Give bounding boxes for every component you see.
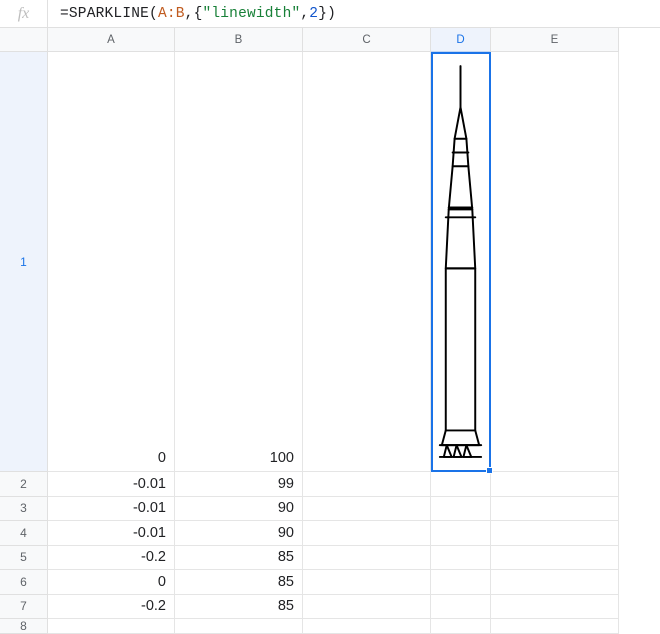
row-header-5[interactable]: 5: [0, 546, 48, 571]
cell-C1[interactable]: [303, 52, 431, 472]
formula-bar: fx =SPARKLINE(A:B,{"linewidth",2}): [0, 0, 660, 28]
cell-A7[interactable]: -0.2: [48, 595, 175, 620]
cell-E1[interactable]: [491, 52, 619, 472]
cell-value: -0.2: [141, 549, 166, 565]
column-header-A[interactable]: A: [48, 28, 175, 52]
cell-E2[interactable]: [491, 472, 619, 497]
formula-option-key: "linewidth": [202, 6, 300, 22]
row-header-4[interactable]: 4: [0, 521, 48, 546]
cell-value: 0: [158, 574, 166, 590]
cell-C3[interactable]: [303, 497, 431, 522]
formula-eq: =: [60, 6, 69, 22]
formula-comma2: ,: [300, 6, 309, 22]
row-header-1[interactable]: 1: [0, 52, 48, 472]
cell-value: 90: [278, 525, 294, 541]
cell-value: 100: [270, 450, 294, 466]
cell-A6[interactable]: 0: [48, 570, 175, 595]
cell-C6[interactable]: [303, 570, 431, 595]
cell-D3[interactable]: [431, 497, 491, 522]
cell-D8[interactable]: [431, 619, 491, 634]
column-header-row: A B C D E: [0, 28, 660, 52]
cell-D4[interactable]: [431, 521, 491, 546]
cell-value: 99: [278, 476, 294, 492]
cell-A4[interactable]: -0.01: [48, 521, 175, 546]
cell-D2[interactable]: [431, 472, 491, 497]
row-header-2[interactable]: 2: [0, 472, 48, 497]
cell-D5[interactable]: [431, 546, 491, 571]
cell-A1[interactable]: 0: [48, 52, 175, 472]
row-header-3[interactable]: 3: [0, 497, 48, 522]
cell-value: 85: [278, 598, 294, 614]
formula-func: SPARKLINE: [69, 6, 149, 22]
formula-comma: ,: [185, 6, 194, 22]
cell-C7[interactable]: [303, 595, 431, 620]
formula-close-paren: ): [327, 6, 336, 22]
cell-C5[interactable]: [303, 546, 431, 571]
fx-icon: fx: [0, 0, 48, 27]
cell-D6[interactable]: [431, 570, 491, 595]
cell-B5[interactable]: 85: [175, 546, 303, 571]
cell-C2[interactable]: [303, 472, 431, 497]
cell-B7[interactable]: 85: [175, 595, 303, 620]
cell-value: 85: [278, 574, 294, 590]
cell-E8[interactable]: [491, 619, 619, 634]
cell-grid[interactable]: 0 100: [48, 52, 660, 634]
formula-option-val: 2: [309, 6, 318, 22]
formula-close-brace: }: [318, 6, 327, 22]
cell-E5[interactable]: [491, 546, 619, 571]
select-all-corner[interactable]: [0, 28, 48, 52]
formula-open-paren: (: [149, 6, 158, 22]
sparkline-rocket-icon: [433, 56, 488, 467]
cell-D7[interactable]: [431, 595, 491, 620]
row-header-8[interactable]: 8: [0, 619, 48, 634]
cell-A2[interactable]: -0.01: [48, 472, 175, 497]
spreadsheet: A B C D E 1 2 3 4 5 6 7 8 0: [0, 28, 660, 633]
cell-A3[interactable]: -0.01: [48, 497, 175, 522]
cell-value: -0.01: [133, 500, 166, 516]
formula-range: A:B: [158, 6, 185, 22]
cell-B4[interactable]: 90: [175, 521, 303, 546]
cell-value: 90: [278, 500, 294, 516]
cell-B2[interactable]: 99: [175, 472, 303, 497]
column-header-B[interactable]: B: [175, 28, 303, 52]
cell-C8[interactable]: [303, 619, 431, 634]
column-header-E[interactable]: E: [491, 28, 619, 52]
cell-value: 85: [278, 549, 294, 565]
cell-E4[interactable]: [491, 521, 619, 546]
row-header-7[interactable]: 7: [0, 595, 48, 620]
cell-C4[interactable]: [303, 521, 431, 546]
cell-value: -0.2: [141, 598, 166, 614]
cell-B6[interactable]: 85: [175, 570, 303, 595]
cell-B8[interactable]: [175, 619, 303, 634]
column-header-D[interactable]: D: [431, 28, 491, 52]
cell-B1[interactable]: 100: [175, 52, 303, 472]
column-header-C[interactable]: C: [303, 28, 431, 52]
cell-E7[interactable]: [491, 595, 619, 620]
cell-D1[interactable]: [431, 52, 491, 472]
formula-input[interactable]: =SPARKLINE(A:B,{"linewidth",2}): [48, 6, 336, 22]
cell-value: 0: [158, 450, 166, 466]
row-header-6[interactable]: 6: [0, 570, 48, 595]
cell-B3[interactable]: 90: [175, 497, 303, 522]
row-headers: 1 2 3 4 5 6 7 8: [0, 52, 48, 634]
cell-value: -0.01: [133, 525, 166, 541]
cell-A5[interactable]: -0.2: [48, 546, 175, 571]
cell-E3[interactable]: [491, 497, 619, 522]
cell-A8[interactable]: [48, 619, 175, 634]
cell-value: -0.01: [133, 476, 166, 492]
cell-E6[interactable]: [491, 570, 619, 595]
